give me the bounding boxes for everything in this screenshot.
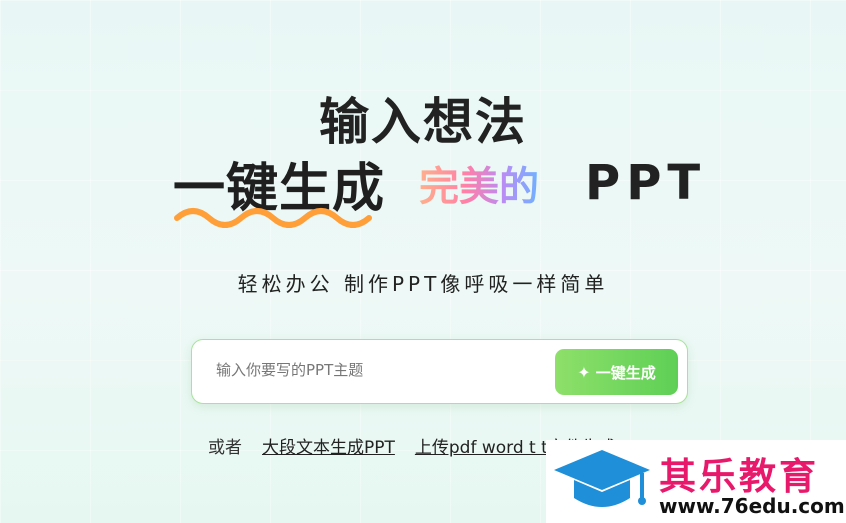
hero-title-line2: 一键生成 完美的 PPT (173, 146, 707, 228)
topic-input[interactable] (214, 360, 538, 380)
search-box: ✦ 一键生成 (191, 339, 688, 404)
slogan: 轻松办公 制作PPT像呼吸一样简单 (237, 272, 609, 296)
text-to-ppt-link[interactable]: 大段文本生成PPT (262, 433, 395, 458)
generate-button[interactable]: ✦ 一键生成 (555, 349, 678, 395)
hero-main-text: 一键生成 (173, 146, 385, 228)
options-prefix: 或者 (208, 438, 242, 458)
hero-title-line1: 输入想法 (319, 93, 527, 151)
sparkle-icon: ✦ (577, 362, 591, 382)
watermark-title: 其乐教育 (659, 455, 819, 498)
watermark-url: www.76edu.com (659, 494, 845, 518)
wave-underline-icon (174, 207, 372, 228)
graduation-cap-icon (554, 450, 650, 507)
hero-gradient-text: 完美的 (419, 154, 539, 212)
generate-button-label: 一键生成 (595, 363, 656, 382)
watermark: 其乐教育 www.76edu.com (546, 440, 846, 523)
hero-ppt-text: PPT (585, 155, 707, 211)
